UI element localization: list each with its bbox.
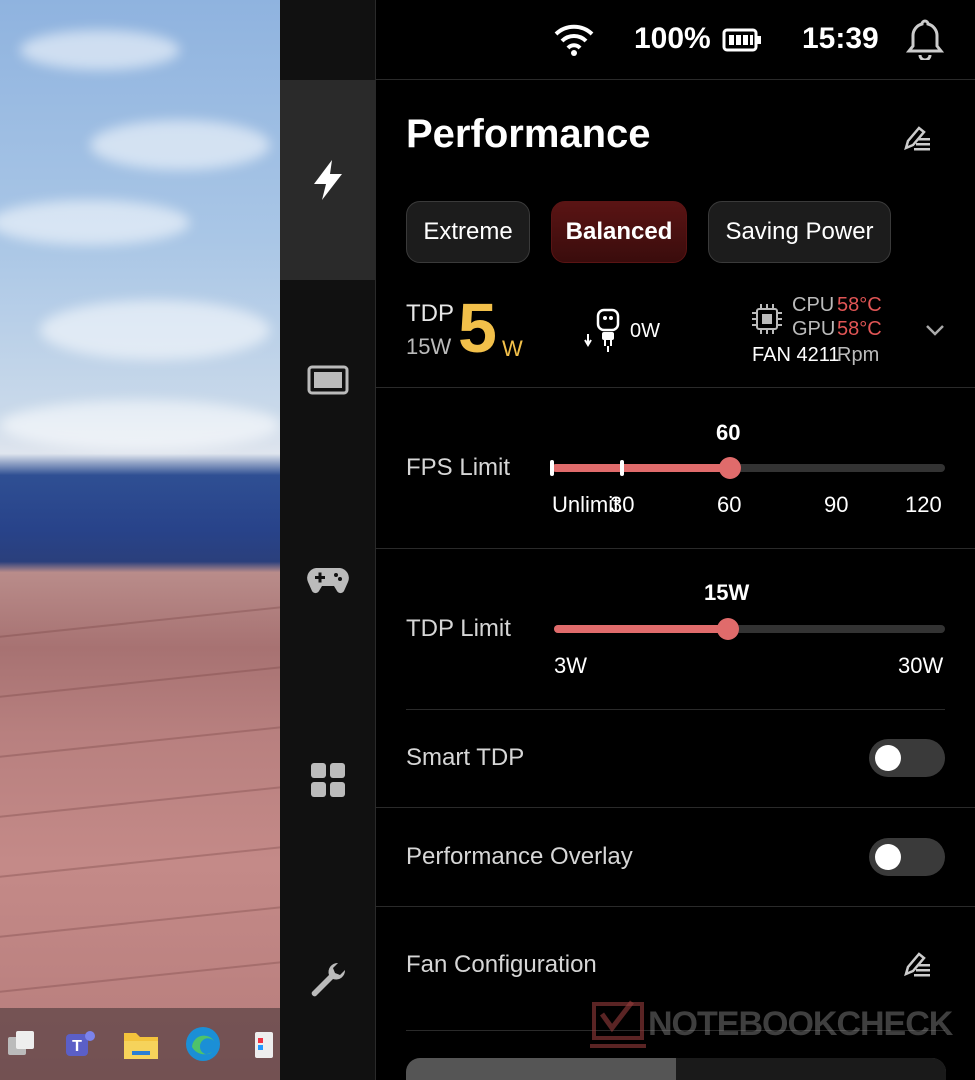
status-bar: 100% 15:39 [376, 0, 975, 80]
notification-bell-icon[interactable] [906, 18, 944, 60]
fps-limit-slider-fill [552, 464, 730, 472]
performance-panel: 100% 15:39 Performance Extreme Balanced … [376, 0, 975, 1080]
svg-text:T: T [72, 1038, 82, 1055]
divider [376, 906, 975, 907]
fps-limit-tick-label: 60 [717, 492, 742, 517]
cpu-chip-icon [752, 304, 782, 334]
battery-percentage: 100% [634, 22, 711, 55]
gpu-temperature: 58°C [837, 318, 882, 340]
tdp-limit-label: TDP Limit [406, 615, 511, 642]
battery-icon [722, 28, 761, 52]
mode-extreme-button[interactable]: Extreme [406, 201, 530, 263]
notebookcheck-logo-icon [590, 1000, 646, 1048]
rail-item-controller[interactable] [280, 480, 376, 680]
tdp-limit-slider-fill [554, 625, 728, 633]
edit-fan-configuration-icon[interactable] [902, 950, 932, 978]
wrench-icon [311, 962, 346, 997]
tdp-label: TDP [406, 300, 454, 327]
watermark-text: NOTEBOOKCHECK [648, 1005, 953, 1043]
fps-limit-label: FPS Limit [406, 454, 511, 481]
fps-limit-tick-label: 30 [610, 492, 635, 517]
edge-browser-icon[interactable] [184, 1024, 222, 1064]
tdp-limit-max-label: 30W [898, 653, 944, 678]
taskbar: T [0, 1008, 280, 1080]
tdp-current-value: 5 [458, 289, 497, 367]
gamepad-icon [307, 568, 349, 594]
chevron-down-icon[interactable] [924, 322, 946, 338]
wifi-icon [554, 24, 594, 56]
store-icon[interactable] [246, 1024, 280, 1064]
edit-profile-icon[interactable] [902, 124, 932, 152]
power-input-value: 0W [630, 320, 660, 342]
fps-limit-tick-label: 90 [824, 492, 849, 517]
mode-saving-power-button[interactable]: Saving Power [708, 201, 891, 263]
performance-overlay-label: Performance Overlay [406, 843, 633, 870]
smart-tdp-toggle[interactable] [869, 739, 945, 777]
mode-balanced-button[interactable]: Balanced [551, 201, 687, 263]
divider [406, 709, 945, 710]
clock-time: 15:39 [802, 22, 879, 55]
page-title: Performance [406, 112, 651, 156]
teams-icon[interactable]: T [62, 1024, 98, 1064]
tdp-unit: W [502, 336, 523, 361]
display-icon [307, 365, 349, 395]
fps-limit-tick-label: 120 [905, 492, 942, 517]
performance-overlay-toggle[interactable] [869, 838, 945, 876]
rail-item-tools[interactable] [280, 880, 376, 1080]
tdp-limit-min-label: 3W [554, 653, 587, 678]
gpu-label: GPU [792, 318, 836, 340]
desktop-wallpaper [0, 0, 280, 1080]
side-navigation-rail [280, 0, 376, 1080]
fan-speed-unit: Rpm [837, 344, 880, 366]
cpu-label: CPU [792, 294, 835, 316]
fps-limit-tick [550, 460, 554, 476]
lightning-bolt-icon [314, 160, 342, 200]
fan-configuration-label: Fan Configuration [406, 951, 597, 978]
fps-limit-slider-thumb[interactable] [719, 457, 741, 479]
task-view-icon[interactable] [4, 1024, 38, 1064]
grid-apps-icon [311, 763, 345, 797]
tdp-limit-current-value: 15W [704, 580, 750, 605]
rail-item-performance[interactable] [280, 80, 376, 280]
tdp-limit-slider-thumb[interactable] [717, 618, 739, 640]
rail-item-apps[interactable] [280, 680, 376, 880]
cpu-temperature: 58°C [837, 294, 882, 316]
tdp-limit-value: 15W [406, 334, 452, 359]
fps-limit-tick [620, 460, 624, 476]
fan-mode-segmented-control[interactable] [406, 1058, 946, 1080]
file-explorer-icon[interactable] [122, 1024, 160, 1064]
rail-item-display[interactable] [280, 280, 376, 480]
fps-limit-current-value: 60 [716, 420, 741, 445]
power-plug-icon [584, 308, 620, 352]
tdp-info-row: TDP 15W 5 W 0W CPU 58°C GPU 58°C FAN 421… [376, 282, 975, 388]
fan-speed-label: FAN 4211 [752, 344, 840, 366]
divider [376, 548, 975, 549]
smart-tdp-label: Smart TDP [406, 744, 525, 771]
divider [376, 807, 975, 808]
